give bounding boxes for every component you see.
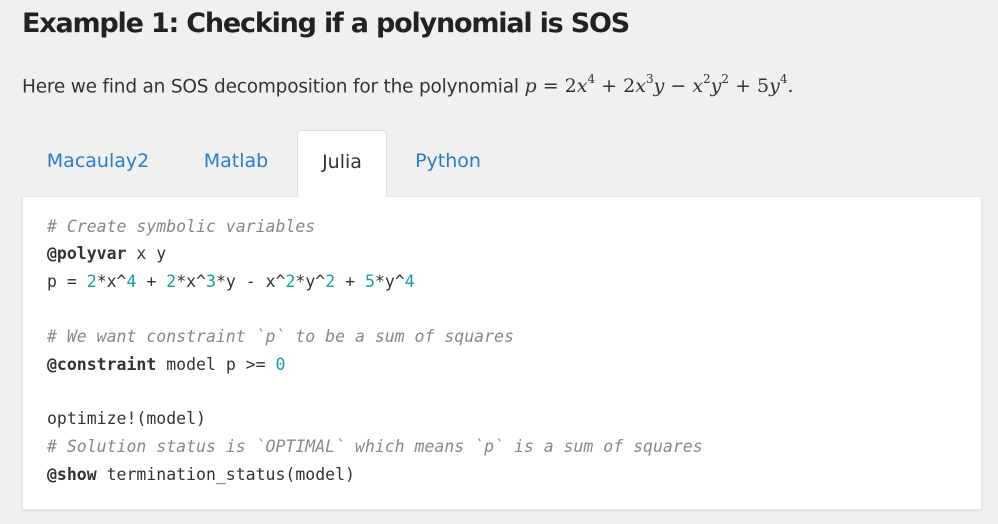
tab-macaulay2[interactable]: Macaulay2 [22, 130, 174, 196]
intro-text: Here we find an SOS decomposition for th… [22, 76, 525, 98]
tab-julia[interactable]: Julia [297, 130, 387, 197]
code-macro: @show [47, 465, 97, 484]
page: Example 1: Checking if a polynomial is S… [22, 0, 982, 524]
code-line: # We want constraint `p` to be a sum of … [47, 327, 514, 354]
tab-matlab[interactable]: Matlab [188, 130, 284, 196]
code-block: # Create symbolic variables @polyvar x y… [22, 196, 982, 510]
page-title: Example 1: Checking if a polynomial is S… [22, 8, 630, 39]
code-line: @polyvar x y [47, 244, 167, 263]
code-line: @constraint model p >= 0 [47, 355, 286, 374]
code-line: # Solution status is `OPTIMAL` which mea… [47, 437, 703, 464]
code-macro: @constraint [47, 355, 157, 374]
language-tabs: Macaulay2 Matlab Julia Python [22, 130, 982, 197]
code-macro: @polyvar [47, 244, 127, 263]
code-line: # Create symbolic variables [47, 217, 315, 244]
code-line: optimize!(model) [47, 409, 206, 428]
intro-paragraph: Here we find an SOS decomposition for th… [22, 72, 794, 98]
code-comment: # We want constraint `p` to be a sum of … [47, 327, 514, 346]
code-comment: # Solution status is `OPTIMAL` which mea… [47, 437, 703, 456]
code-comment: # Create symbolic variables [47, 217, 316, 236]
code-line: @show termination_status(model) [47, 465, 355, 484]
polynomial-formula: p = 2x4 + 2x3y − x2y2 + 5y4. [524, 72, 794, 98]
tab-python[interactable]: Python [402, 130, 494, 196]
code-line: p = 2*x^4 + 2*x^3*y - x^2*y^2 + 5*y^4 [47, 272, 415, 291]
